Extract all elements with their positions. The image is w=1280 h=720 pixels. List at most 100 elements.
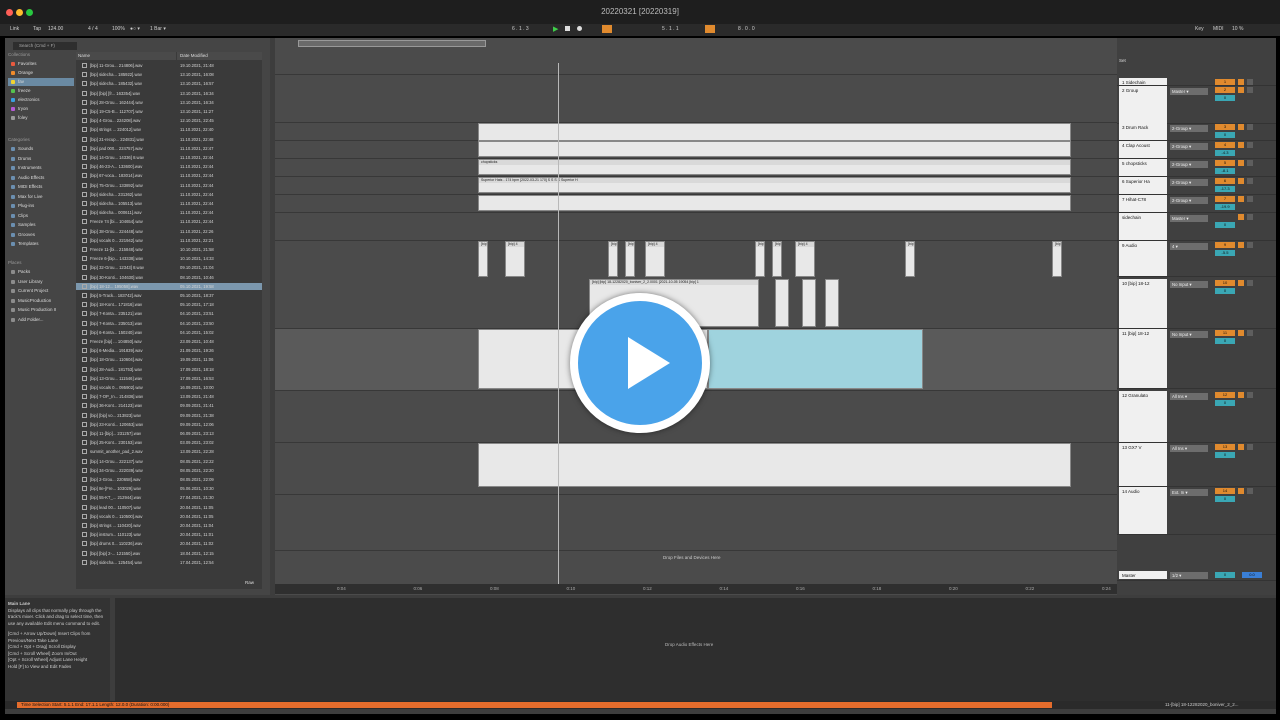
arm-button[interactable] (1247, 488, 1253, 494)
file-row[interactable]: [bip] 14-Grou... 222137].wav 08.05.2021, … (76, 458, 262, 465)
audio-clip[interactable] (478, 123, 1071, 141)
file-row[interactable]: [bip] 23-Konti... 120653].wav 09.09.2021,… (76, 421, 262, 428)
volume-field[interactable]: 0 (1215, 132, 1235, 138)
collection-item[interactable]: Favorites (8, 60, 74, 68)
track-activator-button[interactable]: 6 (1215, 178, 1235, 184)
volume-field[interactable]: -5.5 (1215, 250, 1235, 256)
track-activator-button[interactable]: 1 (1215, 79, 1235, 85)
file-row[interactable]: [bip] 25-Kont... 230153].wav 03.09.2021, … (76, 439, 262, 446)
metronome-button[interactable]: ●○ ▾ (130, 26, 140, 32)
file-row[interactable]: [bip] 7-OP_In... 214836].wav 13.09.2021, … (76, 393, 262, 400)
audio-clip[interactable]: [bip] 4 (505, 241, 525, 277)
audio-clip[interactable]: [bip] 4 (608, 241, 618, 277)
mixer-track-name[interactable]: sidechain (1119, 213, 1167, 240)
video-play-button[interactable] (570, 293, 710, 433)
solo-button[interactable] (1238, 196, 1244, 202)
collection-item[interactable]: foley (8, 114, 74, 122)
arm-button[interactable] (1247, 178, 1253, 184)
solo-button[interactable] (1238, 214, 1244, 220)
file-row[interactable]: [bip] strings ... 224012].wav 11.10.2021,… (76, 126, 262, 133)
audio-clip[interactable]: [bip] 4 (1052, 241, 1062, 277)
audio-clip[interactable]: [bip] 4 (755, 241, 765, 277)
audio-clip[interactable]: chopsticks (478, 159, 1071, 175)
file-row[interactable]: Freeze 11-[bi... 215848].wav 10.10.2021, … (76, 246, 262, 253)
file-row[interactable]: [bip] 18-Grou... 110604].wav 19.09.2021, … (76, 356, 262, 363)
category-item[interactable]: Samples (8, 221, 74, 229)
song-position-field[interactable]: 6 . 1 . 3 (512, 26, 529, 32)
arrangement-track-lane[interactable] (275, 63, 1117, 75)
mixer-track-name[interactable]: 4 Clap Acoust (1119, 141, 1167, 158)
audio-clip[interactable]: [bip] 4 (905, 241, 915, 277)
audio-clip[interactable]: [bip] 4 (645, 241, 665, 277)
overview-scrollbar[interactable] (298, 40, 486, 47)
output-routing-select[interactable]: 2-Group ▾ (1170, 143, 1208, 150)
file-row[interactable]: [bip] 7-Konta... 235121].wav 04.10.2021, … (76, 310, 262, 317)
place-item[interactable]: User Library (8, 278, 74, 286)
audio-clip[interactable]: [bip] 4 (772, 241, 782, 277)
file-row[interactable]: [bip] pad 000... 224757].wav 11.10.2021, … (76, 145, 262, 152)
file-row[interactable]: [bip] sidecha... 231362].wav 11.10.2021, … (76, 191, 262, 198)
mixer-track-name[interactable]: 14 Audio (1119, 487, 1167, 534)
arm-button[interactable] (1247, 242, 1253, 248)
volume-field[interactable]: -17.3 (1215, 186, 1235, 192)
mixer-track-name[interactable]: 10 [bip] 18-12 (1119, 279, 1167, 328)
minimize-window-button[interactable] (16, 9, 23, 16)
mixer-track-name[interactable]: 6 Superior Ha (1119, 177, 1167, 194)
audio-clip[interactable] (708, 329, 923, 389)
track-activator-button[interactable]: 3 (1215, 124, 1235, 130)
loop-icon[interactable] (705, 25, 715, 33)
audio-clip[interactable] (825, 279, 839, 327)
category-item[interactable]: Sounds (8, 145, 74, 153)
solo-button[interactable] (1238, 330, 1244, 336)
file-row[interactable]: [bip] 8e-[Fre... 103029].wav 05.06.2021, … (76, 485, 262, 492)
file-row[interactable]: [bip] 46-23-A... 133600].wav 11.10.2021, … (76, 163, 262, 170)
output-routing-select[interactable]: All Ins ▾ (1170, 445, 1208, 452)
output-routing-select[interactable]: Master ▾ (1170, 88, 1208, 95)
file-row[interactable]: [bip] sidecha... 000611].wav 11.10.2021, … (76, 209, 262, 216)
file-row[interactable]: [bip] 28-Grou... 162444].wav 13.10.2021, … (76, 99, 262, 106)
category-item[interactable]: Audio Effects (8, 174, 74, 182)
track-activator-button[interactable]: 7 (1215, 196, 1235, 202)
output-routing-select[interactable]: 2-Group ▾ (1170, 197, 1208, 204)
close-window-button[interactable] (6, 9, 13, 16)
file-row[interactable]: [bip] 13-Grou... 111546].wav 17.09.2021, … (76, 375, 262, 382)
arm-button[interactable] (1247, 444, 1253, 450)
arrangement-track-lane[interactable] (275, 495, 1117, 551)
output-routing-select[interactable]: No Input ▾ (1170, 331, 1208, 338)
file-row[interactable]: [bip] 6-Media... 191839].wav 21.09.2021, … (76, 347, 262, 354)
file-row[interactable]: [bip] vocals 0... 095902].wav 16.09.2021,… (76, 384, 262, 391)
track-activator-button[interactable]: 10 (1215, 280, 1235, 286)
file-row[interactable]: Freeze 6-[bip... 143338].wav 10.10.2021, … (76, 255, 262, 262)
file-row[interactable]: [bip] 36-Kont... 214123].wav 09.09.2021, … (76, 402, 262, 409)
file-row[interactable]: [bip] 28-Audi... 181753].wav 17.09.2021, … (76, 366, 262, 373)
master-cue-field[interactable]: 0.0 (1242, 572, 1262, 578)
file-row[interactable]: [bip] sidecha... 105513].wav 11.10.2021, … (76, 200, 262, 207)
column-header-name[interactable]: Name (76, 52, 176, 60)
volume-field[interactable]: 0 (1215, 288, 1235, 294)
key-map-button[interactable]: Key (1195, 26, 1204, 32)
output-routing-select[interactable]: No Input ▾ (1170, 281, 1208, 288)
category-item[interactable]: Drums (8, 155, 74, 163)
arm-button[interactable] (1247, 330, 1253, 336)
mixer-track-name[interactable]: 3 Drum Rack (1119, 123, 1167, 140)
automation-arm-icon[interactable] (602, 25, 612, 33)
output-routing-select[interactable]: All Ins ▾ (1170, 393, 1208, 400)
output-routing-select[interactable]: 2-Group ▾ (1170, 161, 1208, 168)
solo-button[interactable] (1238, 488, 1244, 494)
arrangement-track-lane[interactable] (275, 75, 1117, 123)
mixer-track-name[interactable]: 12 Granulato (1119, 391, 1167, 442)
file-row[interactable]: [bip] 55-KT_... 212944].wav 27.04.2021, 2… (76, 494, 262, 501)
volume-field[interactable]: -19.9 (1215, 204, 1235, 210)
file-row[interactable]: [bip] 75-Grou... 133892].wav 11.10.2021, … (76, 182, 262, 189)
time-ruler[interactable]: 0:04 0:06 0:08 0:10 0:12 0:14 0:16 0:18 0:20 0:22… (275, 584, 1117, 594)
file-row[interactable]: [bip] 67-voca... 183014].wav 11.10.2021, … (76, 172, 262, 179)
master-routing-select[interactable]: 1/2 ▾ (1170, 572, 1208, 579)
loop-length-field[interactable]: 8 . 0 . 0 (738, 26, 755, 32)
volume-field[interactable]: 0 (1215, 400, 1235, 406)
arm-button[interactable] (1247, 87, 1253, 93)
audio-clip[interactable] (478, 443, 1071, 487)
audio-clip[interactable] (478, 141, 1071, 157)
file-row[interactable]: [bip] 34-Grou... 222039].wav 08.05.2021, … (76, 467, 262, 474)
file-row[interactable]: Freeze [bip] ... 104850].wav 23.09.2021, … (76, 338, 262, 345)
master-volume-field[interactable]: 0 (1215, 572, 1235, 578)
